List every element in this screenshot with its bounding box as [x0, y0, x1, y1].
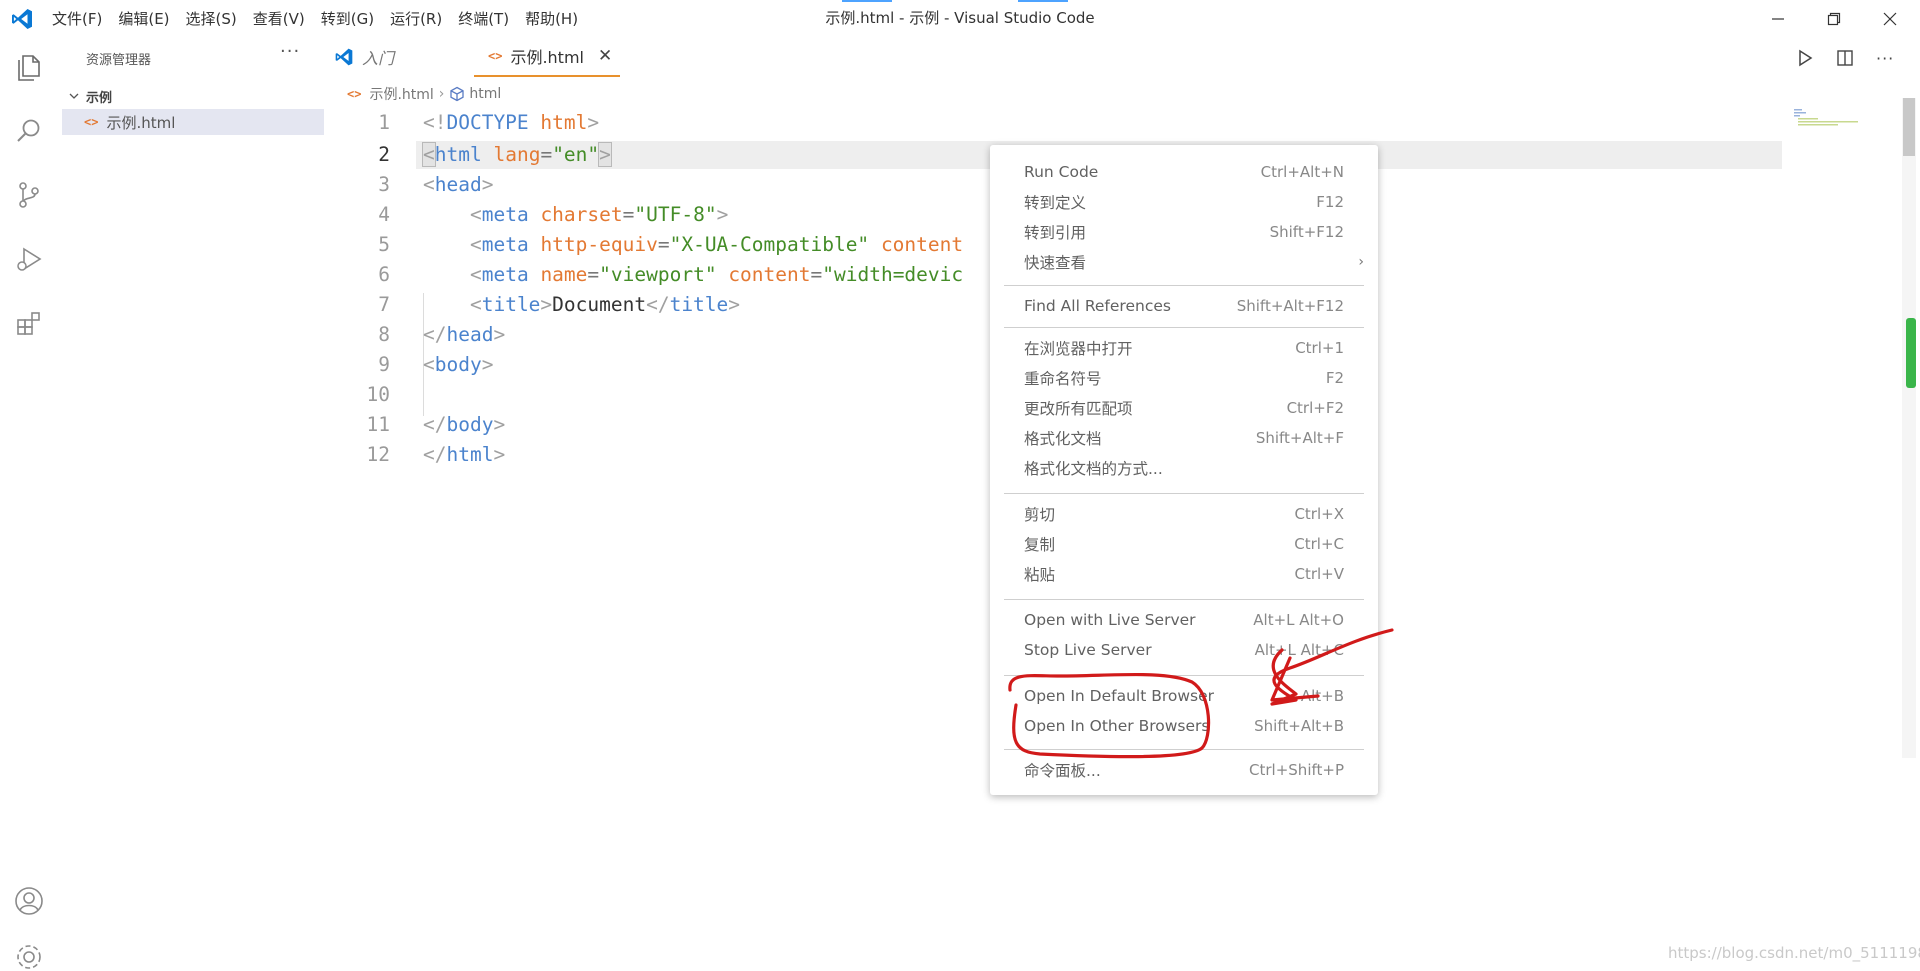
breadcrumb: <> 示例.html › html — [347, 84, 501, 104]
menu-bar: 文件(F) 编辑(E) 选择(S) 查看(V) 转到(G) 运行(R) 终端(T… — [44, 0, 586, 37]
editor-actions: ··· — [1796, 44, 1894, 72]
minimap[interactable] — [1792, 108, 1862, 128]
folder-label: 示例 — [86, 90, 113, 106]
menu-go-to-references[interactable]: 转到引用 Shift+F12 — [990, 217, 1378, 247]
menu-help[interactable]: 帮助(H) — [517, 5, 586, 33]
extensions-button[interactable] — [11, 305, 47, 341]
menu-command-palette[interactable]: 命令面板... Ctrl+Shift+P — [990, 755, 1378, 785]
folder-item[interactable]: 示例 — [58, 85, 326, 107]
menu-separator — [1004, 285, 1364, 286]
menu-go[interactable]: 转到(G) — [313, 5, 382, 33]
menu-stop-live-server[interactable]: Stop Live Server Alt+L Alt+C — [990, 635, 1378, 665]
file-item[interactable]: <> 示例.html — [62, 109, 324, 135]
manage-button[interactable] — [11, 939, 47, 971]
menu-format-document-with[interactable]: 格式化文档的方式... — [990, 453, 1378, 483]
extensions-icon — [17, 312, 40, 335]
breadcrumb-separator: › — [438, 86, 445, 102]
menu-run-code[interactable]: Run Code Ctrl+Alt+N — [990, 157, 1378, 187]
chevron-right-icon: › — [1358, 254, 1364, 270]
tab-label: 示例.html — [510, 48, 584, 67]
source-control-icon — [19, 182, 39, 208]
account-icon — [15, 887, 43, 915]
menu-edit[interactable]: 编辑(E) — [110, 5, 177, 33]
close-window-button[interactable] — [1862, 0, 1918, 37]
accounts-button[interactable] — [11, 883, 47, 919]
tab-example-html[interactable]: <> 示例.html ✕ — [474, 37, 620, 77]
menu-separator — [1004, 327, 1364, 328]
editor-tabs: 入门 <> 示例.html ✕ ··· — [326, 37, 1920, 77]
search-button[interactable] — [11, 113, 47, 149]
menu-open-with-live-server[interactable]: Open with Live Server Alt+L Alt+O — [990, 605, 1378, 635]
menu-separator — [1004, 675, 1364, 676]
restore-button[interactable] — [1806, 0, 1862, 37]
breadcrumb-file[interactable]: 示例.html — [369, 84, 433, 104]
vscode-logo-icon — [12, 9, 32, 29]
menu-separator — [1004, 599, 1364, 600]
files-icon — [18, 55, 40, 81]
menu-peek[interactable]: 快速查看 › — [990, 247, 1378, 277]
html-file-icon: <> — [347, 87, 362, 101]
minimize-button[interactable] — [1750, 0, 1806, 37]
explorer-button[interactable] — [11, 49, 47, 85]
menu-format-document[interactable]: 格式化文档 Shift+Alt+F — [990, 423, 1378, 453]
context-menu: Run Code Ctrl+Alt+N 转到定义 F12 转到引用 Shift+F12… — [990, 145, 1378, 795]
gear-icon — [17, 945, 41, 969]
menu-rename-symbol[interactable]: 重命名符号 F2 — [990, 363, 1378, 393]
menu-open-in-default-browser[interactable]: Open In Default Browser Alt+B — [990, 681, 1378, 711]
menu-cut[interactable]: 剪切 Ctrl+X — [990, 499, 1378, 529]
breadcrumb-symbol[interactable]: html — [469, 86, 501, 102]
sidebar-title: 资源管理器 — [86, 53, 152, 68]
explorer-sidebar: 资源管理器 ··· 示例 <> 示例.html — [58, 37, 326, 971]
code-line: 1 <!DOCTYPE html> — [378, 111, 600, 134]
close-icon — [1883, 12, 1897, 25]
symbol-element-icon — [450, 86, 465, 102]
menu-file[interactable]: 文件(F) — [44, 5, 110, 33]
menu-open-in-other-browsers[interactable]: Open In Other Browsers Shift+Alt+B — [990, 711, 1378, 741]
file-label: 示例.html — [106, 113, 176, 132]
overview-ruler-marker — [1906, 318, 1916, 388]
html-file-icon: <> — [84, 115, 99, 129]
activity-bar — [0, 37, 58, 971]
menu-change-all-occurrences[interactable]: 更改所有匹配项 Ctrl+F2 — [990, 393, 1378, 423]
run-icon[interactable] — [1796, 49, 1814, 67]
menu-open-in-browser[interactable]: 在浏览器中打开 Ctrl+1 — [990, 333, 1378, 363]
source-control-button[interactable] — [11, 177, 47, 213]
menu-separator — [1004, 749, 1364, 750]
menu-selection[interactable]: 选择(S) — [178, 5, 245, 33]
scrollbar-thumb[interactable] — [1903, 98, 1915, 156]
title-accent — [842, 0, 892, 2]
tab-label: 入门 — [362, 49, 395, 68]
html-file-icon: <> — [488, 49, 503, 63]
title-accent — [1018, 0, 1068, 2]
search-icon — [17, 119, 40, 142]
sidebar-more-button[interactable]: ··· — [280, 41, 300, 62]
menu-find-all-references[interactable]: Find All References Shift+Alt+F12 — [990, 291, 1378, 321]
vertical-scrollbar[interactable] — [1902, 98, 1916, 758]
menu-view[interactable]: 查看(V) — [245, 5, 313, 33]
run-debug-icon — [17, 247, 42, 271]
menu-separator — [1004, 493, 1364, 494]
more-actions-icon[interactable]: ··· — [1876, 49, 1894, 68]
vscode-logo-icon — [335, 48, 353, 66]
tab-welcome[interactable]: 入门 — [334, 37, 466, 77]
menu-copy[interactable]: 复制 Ctrl+C — [990, 529, 1378, 559]
menu-run[interactable]: 运行(R) — [382, 5, 450, 33]
close-tab-icon[interactable]: ✕ — [598, 46, 612, 66]
watermark: https://blog.csdn.net/m0_51111980 — [1668, 944, 1920, 962]
minimize-icon — [1772, 17, 1784, 20]
menu-terminal[interactable]: 终端(T) — [450, 5, 517, 33]
menu-go-to-definition[interactable]: 转到定义 F12 — [990, 187, 1378, 217]
menu-paste[interactable]: 粘贴 Ctrl+V — [990, 559, 1378, 589]
title-bar: 文件(F) 编辑(E) 选择(S) 查看(V) 转到(G) 运行(R) 终端(T… — [0, 0, 1920, 37]
restore-icon — [1827, 12, 1841, 25]
split-editor-icon[interactable] — [1836, 49, 1854, 67]
chevron-down-icon — [69, 93, 79, 99]
run-debug-button[interactable] — [11, 241, 47, 277]
